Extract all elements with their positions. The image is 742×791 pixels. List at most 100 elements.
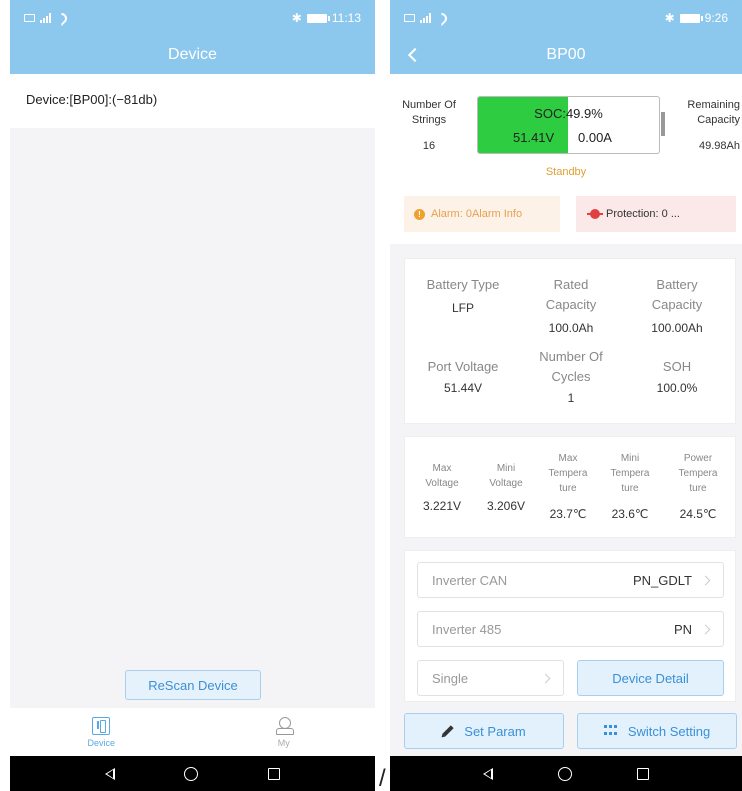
nav-back-icon[interactable] bbox=[482, 767, 493, 780]
battery-info-card: Battery Type LFP Rated Capacity 100.0Ah … bbox=[404, 258, 736, 424]
sim-icon bbox=[404, 14, 415, 22]
port-voltage-value: 51.44V bbox=[443, 381, 483, 395]
user-icon bbox=[275, 716, 294, 735]
max-voltage-label: Max Voltage bbox=[425, 463, 459, 489]
port-voltage-label: Port Voltage bbox=[427, 359, 499, 374]
status-bar: ✱ 9:26 bbox=[390, 0, 742, 36]
rated-capacity-value: 100.0Ah bbox=[548, 321, 594, 335]
wifi-icon bbox=[53, 10, 70, 26]
power-temp-value: 24.5℃ bbox=[679, 507, 717, 521]
status-right: ✱ 11:13 bbox=[292, 11, 361, 25]
device-list-empty-area bbox=[10, 128, 375, 707]
battery-type-label: Battery Type bbox=[426, 277, 500, 292]
protection-text: Protection: 0 ... bbox=[606, 208, 680, 220]
strings-value: 16 bbox=[422, 140, 436, 152]
set-param-label: Set Param bbox=[464, 723, 526, 739]
max-voltage-value: 3.221V bbox=[422, 499, 462, 513]
tab-device-label: Device bbox=[87, 737, 115, 748]
voltage-text: 51.41V bbox=[513, 130, 555, 145]
separator: / bbox=[379, 765, 386, 791]
bottom-tab-bar: Device My bbox=[10, 708, 375, 756]
system-nav-bar bbox=[10, 756, 375, 791]
soc-text: SOC:49.9% bbox=[534, 106, 603, 121]
page-title: Device bbox=[10, 36, 375, 74]
alarm-icon: ! bbox=[414, 208, 425, 220]
device-icon bbox=[92, 716, 111, 735]
device-detail-screen: ✱ 9:26 BP00 Number Of Strings 16 SOC:49.… bbox=[390, 0, 742, 791]
alarm-info[interactable]: ! Alarm: 0Alarm Info bbox=[404, 196, 560, 232]
power-temp-label: Power Tempera ture bbox=[678, 453, 718, 494]
nav-recent-icon[interactable] bbox=[637, 767, 650, 780]
rescan-device-button[interactable]: ReScan Device bbox=[125, 670, 261, 700]
remaining-value: 49.98Ah bbox=[699, 140, 740, 152]
switch-setting-button[interactable]: Switch Setting bbox=[577, 713, 737, 749]
mini-temp-value: 23.6℃ bbox=[611, 507, 649, 521]
status-time: 9:26 bbox=[704, 11, 728, 25]
inverter-can-row[interactable]: Inverter CAN PN_GDLT bbox=[417, 562, 724, 598]
status-bar: ✱ 11:13 bbox=[10, 0, 375, 36]
page-title: BP00 bbox=[546, 46, 586, 63]
inverter-485-label: Inverter 485 bbox=[432, 621, 502, 637]
mode-select[interactable]: Single bbox=[417, 660, 564, 696]
bluetooth-icon: ✱ bbox=[291, 11, 302, 25]
set-param-button[interactable]: Set Param bbox=[404, 713, 564, 749]
status-icons bbox=[24, 10, 70, 26]
battery-soc-graphic: SOC:49.9% 51.41V 0.00A bbox=[477, 96, 660, 154]
status-icons bbox=[404, 10, 450, 26]
pencil-icon bbox=[442, 725, 454, 737]
grid-icon bbox=[603, 725, 618, 737]
soh-label: SOH bbox=[662, 359, 692, 374]
status-right: ✱ 9:26 bbox=[665, 11, 728, 25]
chevron-right-icon bbox=[700, 575, 711, 585]
battery-cap bbox=[661, 112, 665, 136]
inverter-485-value: PN bbox=[673, 621, 692, 637]
battery-type-value: LFP bbox=[451, 301, 474, 315]
tab-my-label: My bbox=[277, 737, 290, 748]
nav-recent-icon[interactable] bbox=[268, 767, 281, 780]
device-list-item[interactable]: Device:[BP00]:(−81db) bbox=[10, 74, 375, 128]
protection-info[interactable]: Protection: 0 ... bbox=[576, 196, 736, 232]
mini-voltage-label: Mini Voltage bbox=[489, 463, 523, 489]
nav-back-icon[interactable] bbox=[104, 767, 115, 780]
tab-device[interactable]: Device bbox=[10, 708, 193, 756]
current-text: 0.00A bbox=[578, 130, 612, 145]
nav-home-icon[interactable] bbox=[184, 766, 199, 781]
tab-my[interactable]: My bbox=[193, 708, 376, 756]
inverter-can-value-wrap: PN_GDLT bbox=[633, 572, 711, 588]
inverter-485-row[interactable]: Inverter 485 PN bbox=[417, 611, 724, 647]
system-nav-bar bbox=[390, 756, 742, 791]
inverter-485-value-wrap: PN bbox=[673, 621, 711, 637]
mini-temp-label: Mini Tempera ture bbox=[610, 453, 650, 494]
nav-home-icon[interactable] bbox=[557, 766, 572, 781]
device-detail-button[interactable]: Device Detail bbox=[577, 660, 724, 696]
battery-summary: Number Of Strings 16 SOC:49.9% 51.41V 0.… bbox=[390, 74, 742, 190]
wifi-icon bbox=[433, 10, 450, 26]
alarm-row: ! Alarm: 0Alarm Info Protection: 0 ... bbox=[390, 190, 742, 244]
page-title-bar: BP00 bbox=[390, 36, 742, 74]
inverter-can-label: Inverter CAN bbox=[432, 572, 508, 588]
back-icon[interactable] bbox=[404, 44, 426, 66]
remaining-label: Remaining Capacity bbox=[687, 99, 740, 126]
cycles-value: 1 bbox=[567, 391, 575, 405]
cell-stats-card: Max Voltage 3.221V Mini Voltage 3.206V M… bbox=[404, 436, 736, 538]
bluetooth-icon: ✱ bbox=[664, 11, 675, 25]
soh-value: 100.0% bbox=[656, 381, 698, 395]
battery-state: Standby bbox=[545, 166, 587, 178]
rated-capacity-label: Rated Capacity bbox=[545, 277, 597, 312]
chevron-right-icon bbox=[700, 624, 711, 634]
alarm-text: Alarm: 0Alarm Info bbox=[431, 208, 523, 220]
signal-icon bbox=[420, 13, 431, 23]
switch-setting-label: Switch Setting bbox=[627, 723, 711, 739]
bug-icon bbox=[587, 209, 603, 219]
battery-capacity-label: Battery Capacity bbox=[651, 277, 703, 312]
chevron-right-icon bbox=[540, 673, 551, 683]
mode-label: Single bbox=[432, 670, 469, 686]
cycles-label: Number Of Cycles bbox=[539, 349, 603, 384]
inverter-can-value: PN_GDLT bbox=[633, 572, 692, 588]
device-list-screen: ✱ 11:13 Device Device:[BP00]:(−81db) ReS… bbox=[10, 0, 375, 791]
status-time: 11:13 bbox=[331, 11, 361, 25]
battery-icon bbox=[306, 13, 330, 23]
signal-icon bbox=[40, 13, 51, 23]
sim-icon bbox=[24, 14, 35, 22]
max-temp-label: Max Tempera ture bbox=[548, 453, 588, 494]
